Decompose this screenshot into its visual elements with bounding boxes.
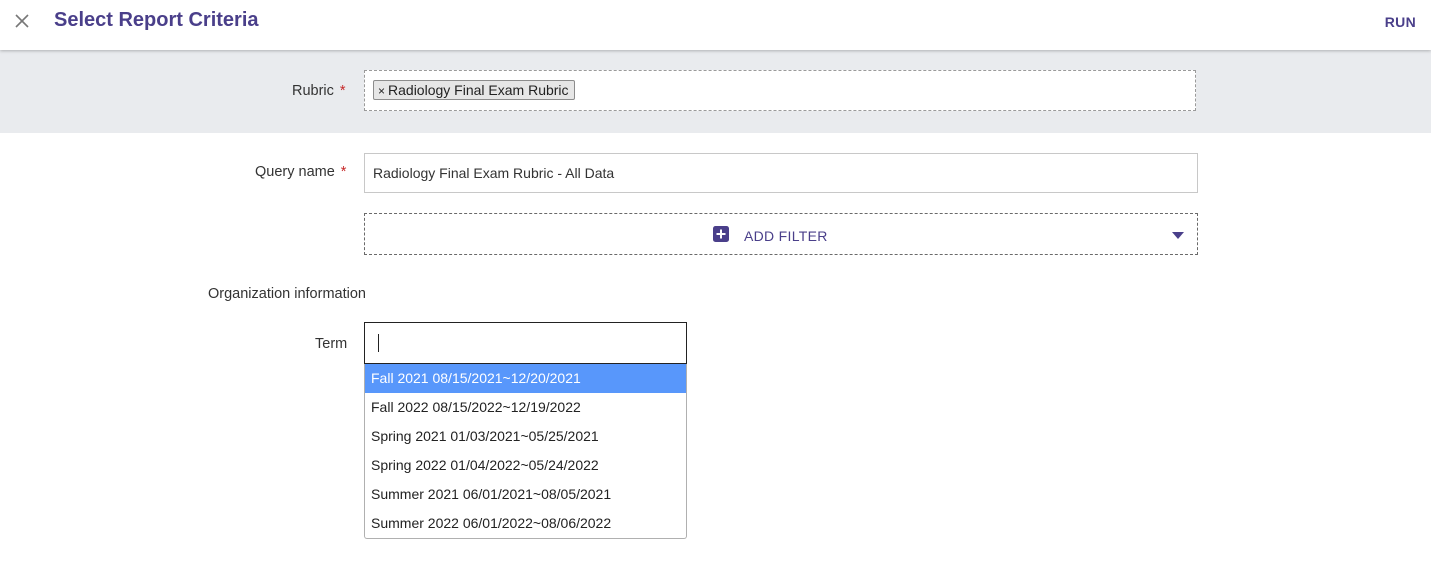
term-option[interactable]: Spring 2021 01/03/2021~05/25/2021 xyxy=(365,422,686,451)
run-button[interactable]: RUN xyxy=(1385,14,1416,30)
query-name-input[interactable] xyxy=(364,153,1198,193)
query-name-label-text: Query name xyxy=(255,164,335,180)
rubric-select[interactable]: × Radiology Final Exam Rubric xyxy=(364,70,1196,111)
rubric-label-text: Rubric xyxy=(292,83,334,99)
term-option[interactable]: Fall 2022 08/15/2022~12/19/2022 xyxy=(365,393,686,422)
chip-remove-icon[interactable]: × xyxy=(378,84,385,98)
term-option[interactable]: Fall 2021 08/15/2021~12/20/2021 xyxy=(365,364,686,393)
rubric-label: Rubric * xyxy=(292,83,346,99)
caret-down-icon[interactable] xyxy=(1172,232,1184,239)
rubric-chip-label: Radiology Final Exam Rubric xyxy=(388,82,569,98)
plus-square-icon xyxy=(713,226,729,242)
add-filter-label: ADD FILTER xyxy=(744,228,828,244)
term-search-input[interactable] xyxy=(364,322,687,364)
rubric-chip: × Radiology Final Exam Rubric xyxy=(373,80,575,100)
organization-section-title: Organization information xyxy=(208,286,366,302)
required-mark: * xyxy=(339,83,346,99)
term-option[interactable]: Summer 2021 06/01/2021~08/05/2021 xyxy=(365,480,686,509)
term-dropdown: Fall 2021 08/15/2021~12/20/2021 Fall 202… xyxy=(364,364,687,539)
header-bar: Select Report Criteria RUN xyxy=(0,0,1431,50)
query-name-label: Query name * xyxy=(255,164,346,180)
term-option[interactable]: Summer 2022 06/01/2022~08/06/2022 xyxy=(365,509,686,538)
required-mark: * xyxy=(340,164,347,180)
term-option[interactable]: Spring 2022 01/04/2022~05/24/2022 xyxy=(365,451,686,480)
term-label: Term xyxy=(315,336,348,352)
add-filter-button[interactable]: ADD FILTER xyxy=(364,213,1198,255)
close-icon[interactable] xyxy=(13,12,31,30)
text-cursor xyxy=(378,334,379,352)
page-title: Select Report Criteria xyxy=(54,9,259,31)
